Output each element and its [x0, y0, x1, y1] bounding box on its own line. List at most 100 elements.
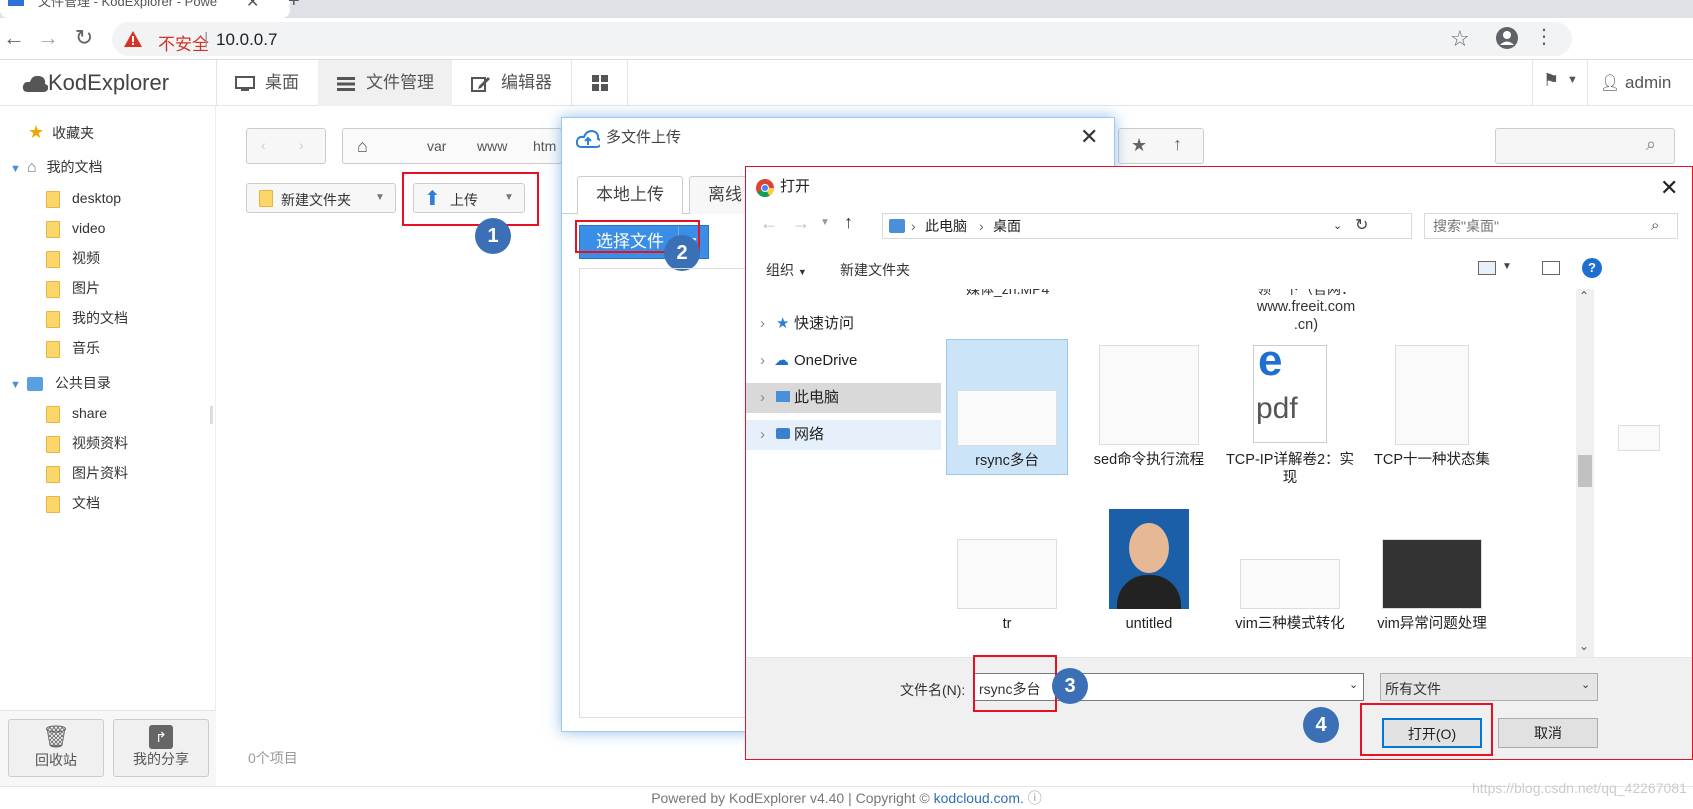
file-item[interactable]: untitled: [1083, 509, 1215, 633]
bookmark-star-icon[interactable]: ☆: [1450, 26, 1470, 52]
tab-desktop[interactable]: 桌面: [217, 60, 317, 106]
caret-down-icon[interactable]: ▼: [1502, 261, 1512, 272]
close-tab-icon[interactable]: ✕: [246, 0, 259, 12]
arrow-up-icon[interactable]: ↑: [1173, 134, 1182, 155]
step-badge: 1: [475, 218, 511, 254]
profile-icon[interactable]: [1495, 26, 1519, 50]
highlight-box: [1360, 703, 1493, 756]
tab-label: 本地上传: [596, 185, 664, 204]
sidebar-folder[interactable]: desktop: [46, 183, 128, 213]
breadcrumb-item[interactable]: 此电脑: [925, 214, 967, 238]
tab-title: 文件管理 - KodExplorer - Powe: [38, 0, 218, 9]
chevron-right-icon[interactable]: ›: [760, 309, 765, 339]
close-icon[interactable]: ✕: [1660, 175, 1678, 201]
chevron-right-icon[interactable]: ›: [760, 346, 765, 376]
sidebar-folder[interactable]: 视频资料: [46, 428, 128, 458]
tab-editor[interactable]: 编辑器: [453, 60, 570, 106]
refresh-icon[interactable]: ↻: [1355, 214, 1368, 238]
preview-pane-icon[interactable]: [1542, 261, 1560, 275]
url-text[interactable]: 10.0.0.7: [216, 30, 277, 50]
reload-icon[interactable]: ↻: [70, 26, 98, 52]
info-icon[interactable]: ⓘ: [1028, 790, 1042, 806]
search-icon[interactable]: ⌕: [1646, 134, 1656, 155]
cancel-button[interactable]: 取消: [1498, 718, 1598, 748]
close-icon[interactable]: ✕: [1080, 124, 1098, 150]
file-item[interactable]: tr: [946, 509, 1068, 633]
sidebar-folder[interactable]: 音乐: [46, 333, 128, 363]
back-icon[interactable]: ←: [0, 26, 28, 52]
tab-file-manager[interactable]: 文件管理: [318, 60, 452, 106]
sidebar-folder[interactable]: 图片: [46, 273, 128, 303]
home-icon[interactable]: ⌂: [357, 136, 368, 157]
sidebar-folder[interactable]: 图片资料: [46, 458, 128, 488]
sidebar-item-my-docs[interactable]: ▼ ⌂ 我的文档: [10, 152, 103, 182]
file-item[interactable]: e pdf TCP-IP详解卷2：实现: [1224, 339, 1356, 487]
caret-down-icon[interactable]: ▼: [820, 217, 830, 228]
new-tab-icon[interactable]: +: [288, 0, 300, 13]
apps-grid-button[interactable]: [571, 60, 628, 106]
scrollbar[interactable]: ⌃ ⌄: [1576, 289, 1594, 657]
open-dialog-search[interactable]: 搜索"桌面" ⌕: [1424, 213, 1678, 239]
my-share-button[interactable]: ↱ 我的分享: [113, 719, 209, 777]
app-logo[interactable]: KodExplorer: [48, 70, 169, 96]
search-box[interactable]: ⌕: [1495, 128, 1675, 164]
list-icon: [337, 76, 355, 91]
sidebar-folder[interactable]: 文档: [46, 488, 128, 518]
tab-local-upload[interactable]: 本地上传: [577, 176, 683, 214]
nav-onedrive[interactable]: › ☁ OneDrive: [746, 346, 941, 376]
footer-link[interactable]: kodcloud.com.: [934, 790, 1024, 806]
nav-this-pc[interactable]: › 此电脑: [746, 383, 941, 413]
chevron-down-icon[interactable]: ▼: [10, 379, 21, 391]
sidebar-resize-handle[interactable]: [210, 406, 213, 424]
sidebar-folder[interactable]: 我的文档: [46, 303, 128, 333]
view-icon[interactable]: [1478, 261, 1496, 275]
chevron-right-icon[interactable]: ›: [760, 383, 765, 413]
user-menu[interactable]: 👤︎ admin ▼: [1587, 60, 1693, 138]
chrome-icon: [756, 179, 774, 197]
open-dialog-breadcrumb[interactable]: › 此电脑 › 桌面 ⌄ ↻: [882, 213, 1412, 239]
flag-menu[interactable]: ⚑ ▼: [1532, 60, 1587, 106]
breadcrumb-item[interactable]: 桌面: [993, 214, 1021, 238]
caret-down-icon[interactable]: ▼: [375, 192, 385, 203]
star-icon[interactable]: ★: [1131, 135, 1147, 156]
chevron-down-icon[interactable]: ⌄: [1333, 214, 1342, 238]
breadcrumb-item[interactable]: www: [477, 138, 507, 154]
browser-menu-icon[interactable]: ⋮: [1534, 24, 1554, 49]
forward-icon[interactable]: →: [792, 213, 810, 234]
insecure-label[interactable]: 不安全: [158, 30, 209, 55]
forward-arrow-icon[interactable]: ›: [299, 137, 304, 153]
scroll-down-icon[interactable]: ⌄: [1579, 639, 1589, 653]
nav-network[interactable]: › 网络: [746, 420, 941, 450]
sidebar-folder[interactable]: 视频: [46, 243, 128, 273]
sidebar-item-public[interactable]: ▼ 公共目录: [10, 368, 111, 398]
back-arrow-icon[interactable]: ‹: [261, 137, 266, 153]
file-item[interactable]: TCP十一种状态集: [1366, 345, 1498, 469]
file-item[interactable]: vim三种模式转化: [1224, 509, 1356, 633]
back-icon[interactable]: ←: [760, 213, 778, 234]
recycle-bin-button[interactable]: 🗑︎ 回收站: [8, 719, 104, 777]
address-bar[interactable]: 不安全 | 10.0.0.7 ☆: [112, 22, 1572, 56]
scroll-thumb[interactable]: [1578, 455, 1592, 487]
help-icon[interactable]: ?: [1582, 258, 1602, 278]
file-item[interactable]: sed命令执行流程: [1083, 345, 1215, 469]
new-folder-button[interactable]: 新建文件夹: [840, 260, 910, 280]
sidebar-folder-label: 视频资料: [72, 435, 128, 451]
scroll-up-icon[interactable]: ⌃: [1579, 289, 1589, 303]
breadcrumb-item[interactable]: var: [427, 138, 446, 154]
chevron-down-icon[interactable]: ▼: [10, 163, 21, 175]
sidebar-item-favorites[interactable]: ★ 收藏夹: [28, 117, 94, 147]
chevron-down-icon[interactable]: ⌄: [1349, 678, 1358, 691]
sidebar-folder[interactable]: share: [46, 398, 128, 428]
sidebar-folder[interactable]: video: [46, 213, 128, 243]
organize-button[interactable]: 组织 ▼: [766, 260, 807, 280]
forward-icon[interactable]: →: [34, 26, 62, 52]
chevron-right-icon[interactable]: ›: [760, 420, 765, 450]
new-folder-button[interactable]: 新建文件夹 ▼: [246, 183, 396, 213]
chevron-down-icon[interactable]: ⌄: [1581, 678, 1590, 691]
file-item-selected[interactable]: rsync多台: [946, 339, 1068, 475]
breadcrumb-item[interactable]: htm: [533, 138, 556, 154]
filetype-select[interactable]: 所有文件 ⌄: [1380, 673, 1598, 701]
file-item[interactable]: vim异常问题处理: [1366, 509, 1498, 633]
arrow-up-icon[interactable]: ↑: [844, 212, 853, 233]
nav-quick-access[interactable]: › ★ 快速访问: [746, 309, 941, 339]
